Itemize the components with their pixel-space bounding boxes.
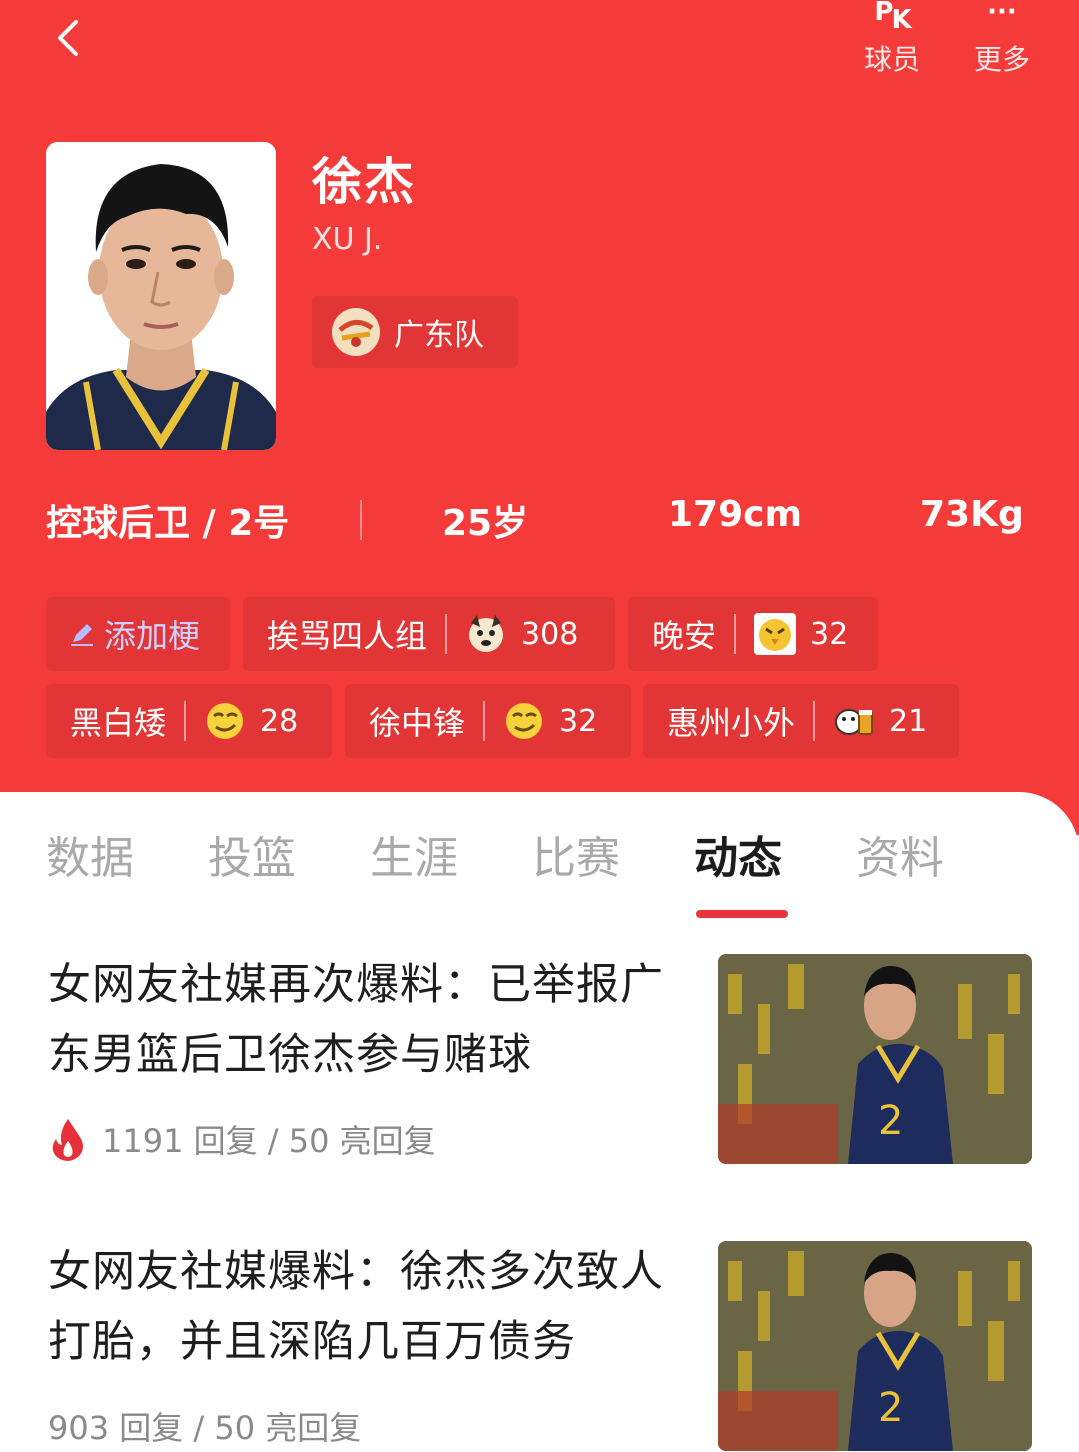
chick-face-icon: [754, 613, 797, 655]
tag-label: 惠州小外: [667, 704, 796, 742]
player-height: 179cm: [668, 494, 802, 535]
news-title-line: 打胎，并且深陷几百万债务: [48, 1317, 576, 1367]
add-tag-label: 添加梗: [104, 617, 201, 655]
tab-stats[interactable]: 数据: [46, 822, 134, 886]
tag-label: 挨骂四人组: [267, 617, 428, 655]
tag-chip[interactable]: 惠州小外 21: [643, 684, 959, 758]
player-position: 控球后卫 / 2号: [46, 503, 290, 544]
more-button[interactable]: ··· 更多: [962, 0, 1042, 90]
svg-text:2: 2: [878, 1385, 903, 1431]
tag-count: 32: [810, 616, 849, 652]
team-logo-icon: [332, 308, 380, 356]
tag-chip[interactable]: 黑白矮 28: [46, 684, 332, 758]
player-header: PK 球员 ··· 更多 徐杰 XU J. 广东队 控球后卫 / 2号 25岁 …: [0, 0, 1079, 835]
news-thumbnail: 2: [718, 954, 1032, 1164]
player-avatar: [46, 142, 276, 450]
news-item[interactable]: 女网友社媒爆料：徐杰多次致人 打胎，并且深陷几百万债务 903 回复 / 50 …: [0, 1237, 1079, 1452]
tag-label: 黑白矮: [70, 704, 167, 742]
tag-count: 32: [559, 703, 598, 739]
tag-chip[interactable]: 挨骂四人组 308: [243, 597, 615, 671]
tag-divider: [445, 614, 448, 654]
tag-divider: [734, 614, 737, 654]
team-chip[interactable]: 广东队: [312, 296, 518, 368]
tag-chip[interactable]: 徐中锋 32: [345, 684, 631, 758]
tab-games[interactable]: 比赛: [532, 822, 620, 886]
tab-profile[interactable]: 资料: [856, 822, 944, 886]
player-name: 徐杰: [312, 153, 416, 211]
tab-career[interactable]: 生涯: [370, 822, 458, 886]
player-english-name: XU J.: [312, 222, 383, 257]
news-reply-count: 903 回复 / 50 亮回复: [48, 1409, 362, 1447]
news-title-line: 女网友社媒爆料：徐杰多次致人: [48, 1247, 664, 1297]
pk-icon: PK: [874, 0, 911, 35]
pk-label: 球员: [863, 43, 920, 76]
tag-count: 308: [521, 616, 579, 652]
tag-divider: [813, 701, 816, 741]
tab-shooting[interactable]: 投篮: [208, 822, 296, 886]
player-weight: 73Kg: [920, 494, 1024, 535]
tab-bar: 数据 投篮 生涯 比赛 动态 资料: [0, 822, 1079, 892]
pencil-icon: [71, 624, 93, 646]
dog-face-icon: [469, 615, 504, 652]
smirk-face-icon: [506, 703, 543, 739]
tag-label: 晚安: [652, 617, 717, 655]
team-name: 广东队: [394, 318, 484, 353]
active-tab-indicator: [696, 910, 788, 918]
cow-beer-icon: [835, 709, 874, 735]
news-item[interactable]: 女网友社媒再次爆料：已举报广 东男篮后卫徐杰参与赌球 1191 回复 / 50 …: [0, 950, 1079, 1190]
back-button[interactable]: [46, 14, 94, 62]
more-label: 更多: [973, 43, 1030, 76]
tag-label: 徐中锋: [369, 704, 466, 742]
player-age: 25岁: [442, 503, 529, 544]
tag-chip[interactable]: 晚安 32: [628, 597, 878, 671]
news-meta: 903 回复 / 50 亮回复: [48, 1403, 361, 1449]
tag-count: 28: [260, 703, 299, 739]
news-reply-count: 1191 回复 / 50 亮回复: [102, 1122, 436, 1160]
tag-count: 21: [889, 703, 928, 739]
smirk-face-icon: [207, 703, 244, 739]
info-divider: [360, 500, 362, 540]
add-tag-button[interactable]: 添加梗: [46, 597, 230, 671]
player-info-row: 控球后卫 / 2号 25岁 179cm 73Kg: [0, 486, 1079, 550]
tab-news[interactable]: 动态: [694, 822, 782, 886]
news-title: 女网友社媒再次爆料：已举报广 东男篮后卫徐杰参与赌球: [48, 950, 698, 1090]
news-thumbnail: 2: [718, 1241, 1032, 1451]
pk-player-button[interactable]: PK 球员: [852, 0, 932, 90]
tag-divider: [184, 701, 187, 741]
news-title-line: 东男篮后卫徐杰参与赌球: [48, 1030, 532, 1080]
news-title: 女网友社媒爆料：徐杰多次致人 打胎，并且深陷几百万债务: [48, 1237, 698, 1377]
news-meta: 1191 回复 / 50 亮回复: [48, 1116, 436, 1162]
fire-icon: [52, 1119, 83, 1161]
more-dots-icon: ···: [987, 0, 1017, 27]
svg-text:2: 2: [878, 1098, 903, 1144]
tag-divider: [483, 701, 486, 741]
news-title-line: 女网友社媒再次爆料：已举报广: [48, 960, 664, 1010]
chevron-left-icon: [58, 20, 78, 56]
